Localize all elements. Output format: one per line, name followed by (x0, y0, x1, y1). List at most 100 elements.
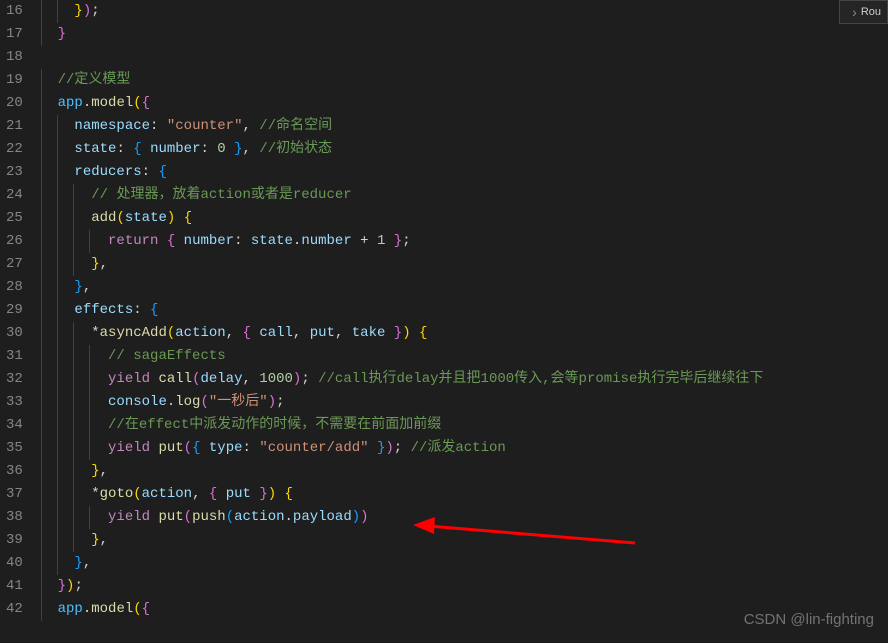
code-line[interactable]: }); (41, 0, 888, 23)
token-punct: : (150, 118, 167, 134)
line-number: 30 (6, 322, 23, 345)
line-number: 33 (6, 391, 23, 414)
code-line[interactable]: }, (41, 276, 888, 299)
code-line[interactable]: // sagaEffects (41, 345, 888, 368)
token-prop: namespace (74, 118, 150, 134)
token-keyword: return (108, 233, 158, 249)
code-line[interactable]: }, (41, 253, 888, 276)
line-number: 42 (6, 598, 23, 621)
code-line[interactable]: }); (41, 575, 888, 598)
code-line[interactable]: app.model({ (41, 92, 888, 115)
token-brace-b: ( (226, 509, 234, 525)
token-num: 1000 (259, 371, 293, 387)
code-line[interactable]: }, (41, 552, 888, 575)
line-number: 27 (6, 253, 23, 276)
code-line[interactable]: *asyncAdd(action, { call, put, take }) { (41, 322, 888, 345)
token-prop: state (74, 141, 116, 157)
code-line[interactable]: // 处理器，放着action或者是reducer (41, 184, 888, 207)
token-prop: state (251, 233, 293, 249)
line-number: 17 (6, 23, 23, 46)
code-line[interactable]: }, (41, 529, 888, 552)
token-func: put (158, 440, 183, 456)
line-number: 34 (6, 414, 23, 437)
code-line[interactable]: return { number: state.number + 1 }; (41, 230, 888, 253)
code-line[interactable]: //在effect中派发动作的时候，不需要在前面加前缀 (41, 414, 888, 437)
line-number: 21 (6, 115, 23, 138)
code-line[interactable]: console.log("一秒后"); (41, 391, 888, 414)
token-prop: number (301, 233, 351, 249)
code-line[interactable]: reducers: { (41, 161, 888, 184)
token-punct: , (242, 118, 259, 134)
token-brace-p: { (142, 95, 150, 111)
token-punct (158, 233, 166, 249)
code-line[interactable]: yield call(delay, 1000); //call执行delay并且… (41, 368, 888, 391)
vertical-scrollbar[interactable] (874, 0, 888, 643)
line-number: 16 (6, 0, 23, 23)
breadcrumb-label: Rou (861, 3, 881, 21)
token-punct: , (192, 486, 209, 502)
token-prop: put (226, 486, 251, 502)
token-brace-y: ) (402, 325, 410, 341)
code-line[interactable]: //定义模型 (41, 69, 888, 92)
token-prop: action (175, 325, 225, 341)
code-line[interactable]: yield put({ type: "counter/add" }); //派发… (41, 437, 888, 460)
token-punct: , (100, 256, 108, 272)
token-punct: , (83, 555, 91, 571)
token-brace-p: ( (184, 440, 192, 456)
token-punct (142, 141, 150, 157)
token-func: goto (100, 486, 134, 502)
token-punct: . (285, 509, 293, 525)
code-line[interactable]: namespace: "counter", //命名空间 (41, 115, 888, 138)
token-func: model (91, 601, 133, 617)
token-brace-p: } (58, 578, 66, 594)
token-brace-p: { (142, 601, 150, 617)
token-punct: ; (74, 578, 82, 594)
code-line[interactable]: state: { number: 0 }, //初始状态 (41, 138, 888, 161)
token-brace-b: } (234, 141, 242, 157)
token-punct: * (91, 325, 99, 341)
line-number: 24 (6, 184, 23, 207)
line-number: 37 (6, 483, 23, 506)
token-prop: type (209, 440, 243, 456)
token-brace-y: } (91, 532, 99, 548)
code-line[interactable]: *goto(action, { put }) { (41, 483, 888, 506)
token-prop: number (184, 233, 234, 249)
line-number: 41 (6, 575, 23, 598)
token-punct (226, 141, 234, 157)
code-line[interactable] (41, 46, 888, 69)
token-func: push (192, 509, 226, 525)
token-punct (276, 486, 284, 502)
token-punct: ; (276, 394, 284, 410)
code-line[interactable]: effects: { (41, 299, 888, 322)
token-func: asyncAdd (100, 325, 167, 341)
token-punct: ; (402, 233, 410, 249)
token-brace-y: { (419, 325, 427, 341)
token-string: "counter/add" (259, 440, 368, 456)
token-comment: //在effect中派发动作的时候，不需要在前面加前缀 (108, 417, 441, 433)
token-brace-y: ( (167, 325, 175, 341)
token-comment: //初始状态 (259, 141, 332, 157)
code-content[interactable]: }); } //定义模型 app.model({ namespace: "cou… (41, 0, 888, 643)
token-brace-y: { (285, 486, 293, 502)
token-prop: take (352, 325, 386, 341)
breadcrumb-item[interactable]: › Rou (839, 0, 888, 24)
token-func: log (175, 394, 200, 410)
token-brace-p: { (243, 325, 251, 341)
token-brace-b: ) (352, 509, 360, 525)
line-number: 38 (6, 506, 23, 529)
code-line[interactable]: }, (41, 460, 888, 483)
code-line[interactable]: yield put(push(action.payload)) (41, 506, 888, 529)
token-punct (200, 440, 208, 456)
code-editor[interactable]: 1617181920212223242526272829303132333435… (0, 0, 888, 643)
token-punct: , (243, 141, 260, 157)
token-brace-b: { (150, 302, 158, 318)
code-line[interactable]: } (41, 23, 888, 46)
token-num: 0 (217, 141, 225, 157)
line-number: 20 (6, 92, 23, 115)
token-punct (175, 210, 183, 226)
token-punct: * (91, 486, 99, 502)
token-prop: action (234, 509, 284, 525)
token-brace-y: } (91, 256, 99, 272)
token-prop: put (310, 325, 335, 341)
code-line[interactable]: add(state) { (41, 207, 888, 230)
